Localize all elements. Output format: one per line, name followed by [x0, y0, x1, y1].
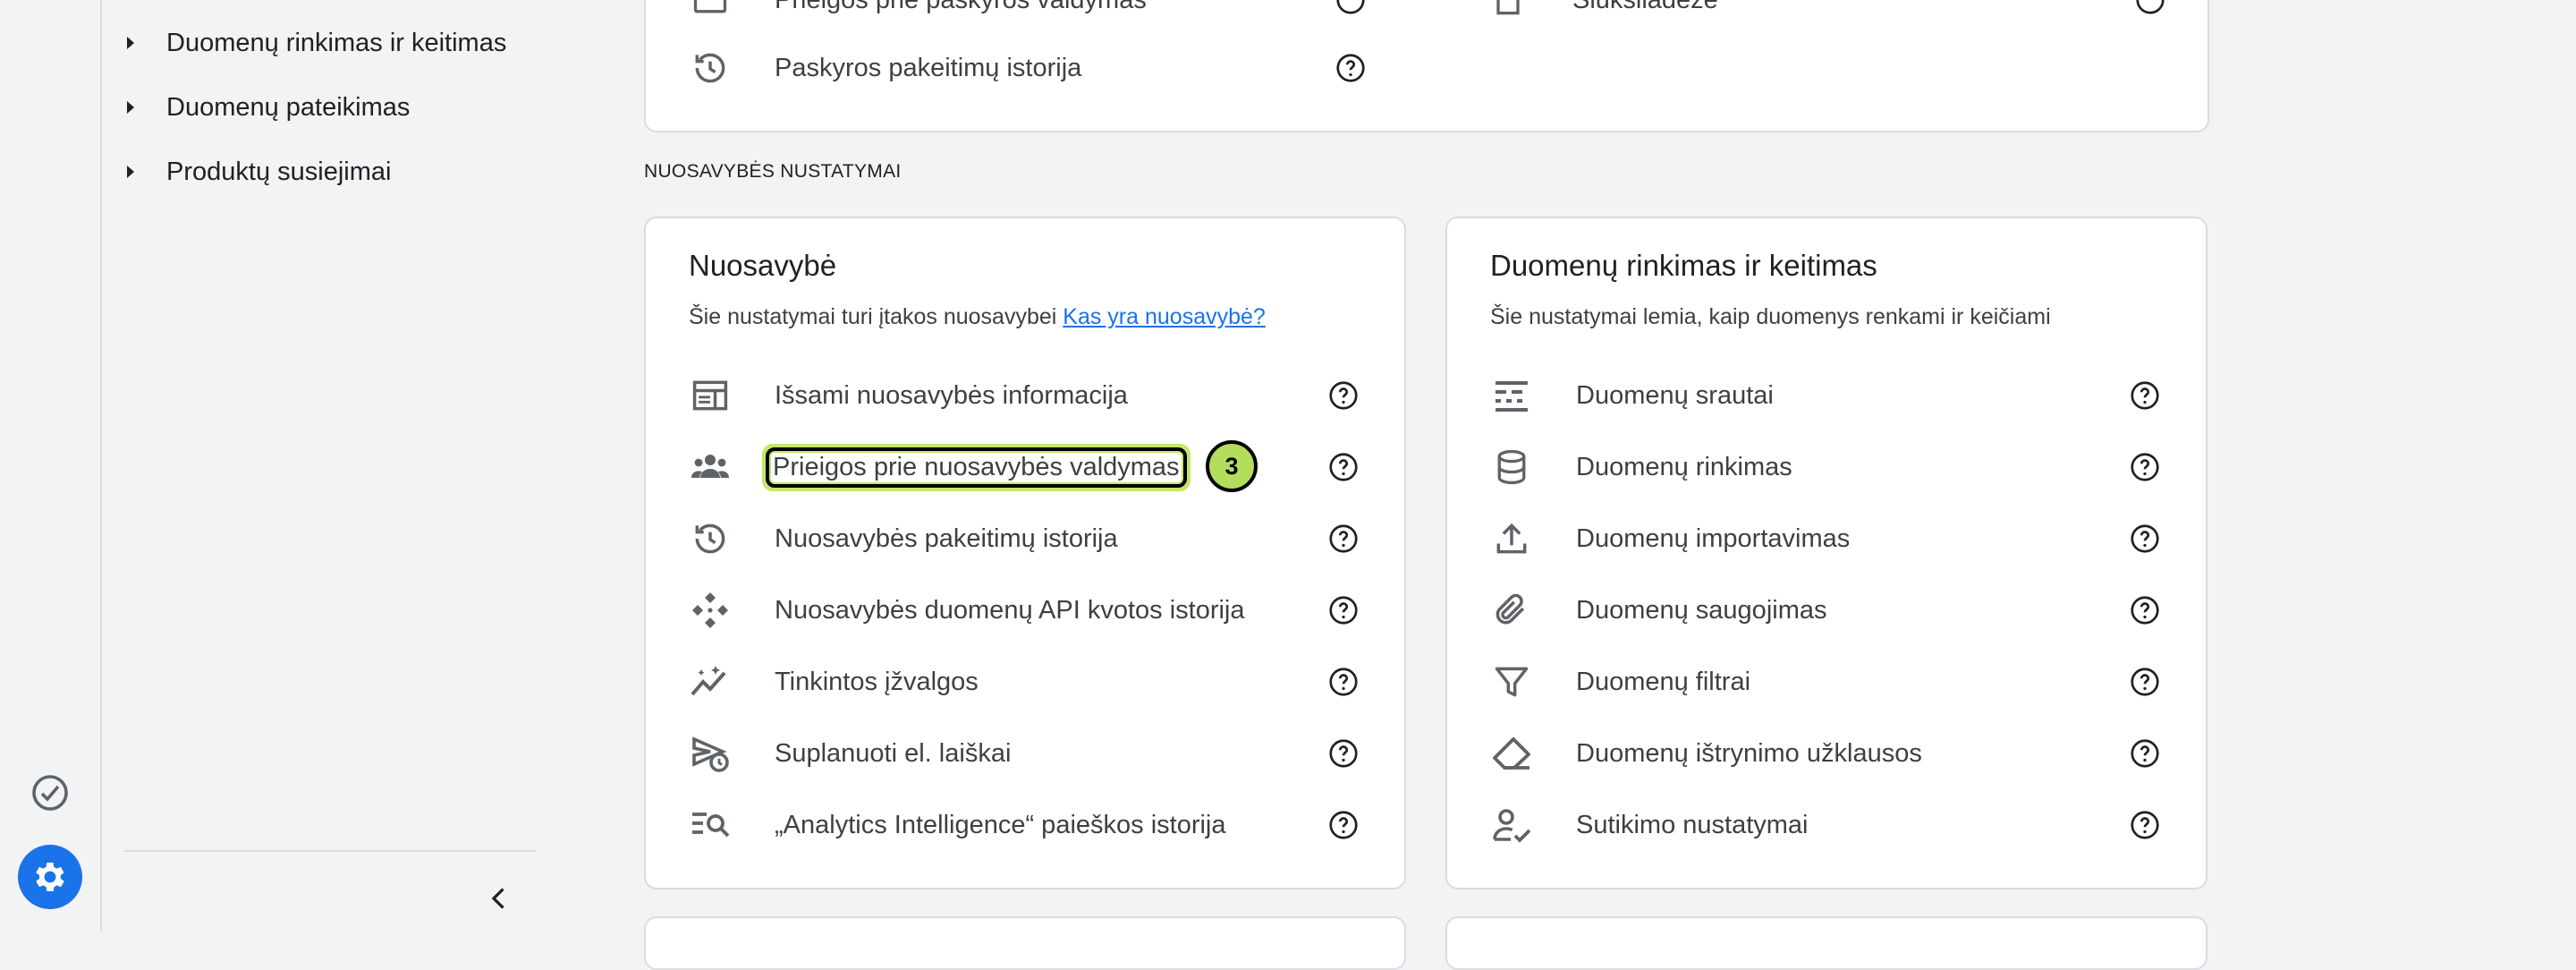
- settings-row[interactable]: „Analytics Intelligence“ paieškos istori…: [689, 798, 1361, 852]
- nav-item-label: Duomenų rinkimas ir keitimas: [166, 28, 507, 57]
- row-label: Paskyros pakeitimų istorija: [775, 53, 1082, 82]
- help-icon[interactable]: [2127, 736, 2163, 771]
- streams-icon: [1490, 374, 1533, 417]
- nav-item-data-display[interactable]: Duomenų pateikimas: [123, 81, 410, 134]
- settings-row[interactable]: Prieigos prie paskyros valdymas: [689, 0, 1368, 27]
- help-icon[interactable]: [2127, 664, 2163, 700]
- help-icon[interactable]: [2127, 521, 2163, 557]
- insights-icon: [689, 660, 732, 703]
- left-rail: [0, 0, 102, 931]
- help-icon[interactable]: [2127, 807, 2163, 843]
- row-label: Nuosavybės duomenų API kvotos istorija: [775, 595, 1245, 625]
- database-icon: [1490, 446, 1533, 489]
- settings-row[interactable]: Nuosavybės pakeitimų istorija: [689, 512, 1361, 566]
- history-icon: [689, 517, 732, 560]
- settings-row[interactable]: Nuosavybės duomenų API kvotos istorija: [689, 583, 1361, 637]
- settings-row[interactable]: Šiukšliadėžė: [1487, 0, 2168, 27]
- people-icon: [689, 446, 732, 489]
- help-icon[interactable]: [1326, 664, 1361, 700]
- settings-row[interactable]: Suplanuoti el. laiškai: [689, 727, 1361, 780]
- help-icon[interactable]: [1333, 50, 1368, 86]
- row-label: Duomenų filtrai: [1576, 667, 1751, 696]
- row-label: Suplanuoti el. laiškai: [775, 738, 1012, 768]
- upload-icon: [1490, 517, 1533, 560]
- collapse-nav-button[interactable]: [478, 877, 521, 920]
- eraser-icon: [1490, 732, 1533, 775]
- account-settings-card: Prieigos prie paskyros valdymas Paskyros…: [644, 0, 2209, 132]
- consent-icon: [1490, 804, 1533, 847]
- section-label: NUOSAVYBĖS NUSTATYMAI: [644, 161, 902, 182]
- subtitle-text: Šie nustatymai turi įtakos nuosavybei: [689, 304, 1057, 329]
- next-card-right: [1445, 916, 2207, 970]
- people-icon: [689, 0, 732, 21]
- attachment-icon: [1490, 589, 1533, 632]
- row-label: Išsami nuosavybės informacija: [775, 380, 1128, 410]
- settings-row[interactable]: Tinkintos įžvalgos: [689, 655, 1361, 709]
- nav-item-product-links[interactable]: Produktų susiejimai: [123, 145, 391, 199]
- card-title: Duomenų rinkimas ir keitimas: [1490, 249, 1877, 282]
- settings-row[interactable]: Duomenų srautai: [1490, 369, 2163, 422]
- settings-row-highlighted[interactable]: Prieigos prie nuosavybės valdymas: [689, 440, 1361, 494]
- row-label: Šiukšliadėžė: [1572, 0, 1718, 15]
- card-title: Nuosavybė: [689, 249, 837, 282]
- row-label: Prieigos prie nuosavybės valdymas: [766, 447, 1187, 488]
- settings-row[interactable]: Duomenų saugojimas: [1490, 583, 2163, 637]
- trash-icon: [1487, 0, 1530, 21]
- settings-row[interactable]: Duomenų rinkimas: [1490, 440, 2163, 494]
- property-card: Nuosavybė Šie nustatymai turi įtakos nuo…: [644, 217, 1406, 889]
- row-label: Duomenų rinkimas: [1576, 452, 1792, 481]
- data-collection-card: Duomenų rinkimas ir keitimas Šie nustaty…: [1445, 217, 2207, 889]
- help-icon[interactable]: [2127, 592, 2163, 628]
- row-label: Sutikimo nustatymai: [1576, 810, 1809, 839]
- settings-row[interactable]: Duomenų filtrai: [1490, 655, 2163, 709]
- help-icon[interactable]: [1326, 378, 1361, 413]
- help-icon[interactable]: [1326, 807, 1361, 843]
- settings-row[interactable]: Išsami nuosavybės informacija: [689, 369, 1361, 422]
- expand-arrow-icon: [127, 101, 134, 114]
- filter-icon: [1490, 660, 1533, 703]
- next-card-left: [644, 916, 1406, 970]
- row-label: Duomenų srautai: [1576, 380, 1774, 410]
- help-icon[interactable]: [2127, 449, 2163, 485]
- card-subtitle: Šie nustatymai turi įtakos nuosavybei Ka…: [689, 304, 1266, 330]
- nav-item-data-collection[interactable]: Duomenų rinkimas ir keitimas: [123, 16, 506, 70]
- help-icon[interactable]: [2132, 0, 2168, 18]
- nav-item-label: Duomenų pateikimas: [166, 92, 411, 122]
- settings-row[interactable]: Duomenų importavimas: [1490, 512, 2163, 566]
- row-label: Duomenų importavimas: [1576, 523, 1851, 553]
- settings-row[interactable]: Sutikimo nustatymai: [1490, 798, 2163, 852]
- admin-gear-icon[interactable]: [18, 845, 82, 909]
- help-icon[interactable]: [1326, 736, 1361, 771]
- expand-arrow-icon: [127, 37, 134, 49]
- check-circle-icon[interactable]: [29, 771, 72, 814]
- row-label: Duomenų saugojimas: [1576, 595, 1827, 625]
- row-label: Duomenų ištrynimo užklausos: [1576, 738, 1922, 768]
- help-icon[interactable]: [1326, 449, 1361, 485]
- search-history-icon: [689, 804, 732, 847]
- help-icon[interactable]: [1326, 521, 1361, 557]
- card-subtitle: Šie nustatymai lemia, kaip duomenys renk…: [1490, 304, 2051, 329]
- history-icon: [689, 47, 732, 89]
- nav-item-label: Produktų susiejimai: [166, 157, 392, 186]
- row-label: Nuosavybės pakeitimų istorija: [775, 523, 1118, 553]
- step-badge: 3: [1206, 440, 1258, 492]
- scheduled-send-icon: [689, 732, 732, 775]
- what-is-property-link[interactable]: Kas yra nuosavybė?: [1063, 304, 1266, 329]
- admin-side-nav: Duomenų rinkimas ir keitimas Duomenų pat…: [102, 0, 540, 931]
- row-label: Tinkintos įžvalgos: [775, 667, 979, 696]
- help-icon[interactable]: [2127, 378, 2163, 413]
- row-label: Prieigos prie paskyros valdymas: [775, 0, 1147, 15]
- api-icon: [689, 589, 732, 632]
- property-details-icon: [689, 374, 732, 417]
- help-icon[interactable]: [1326, 592, 1361, 628]
- nav-divider: [123, 850, 537, 852]
- chevron-left-icon: [491, 888, 504, 909]
- expand-arrow-icon: [127, 166, 134, 178]
- help-icon[interactable]: [1333, 0, 1368, 18]
- settings-row[interactable]: Paskyros pakeitimų istorija: [689, 41, 1368, 95]
- row-label: „Analytics Intelligence“ paieškos istori…: [775, 810, 1226, 839]
- settings-row[interactable]: Duomenų ištrynimo užklausos: [1490, 727, 2163, 780]
